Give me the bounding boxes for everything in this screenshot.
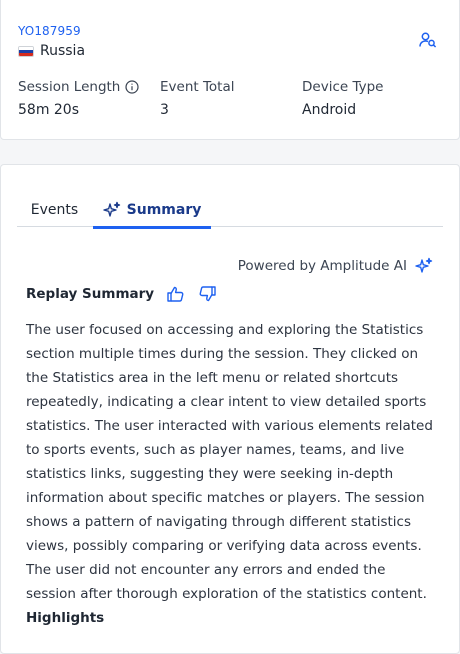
thumbs-down-button[interactable]	[198, 285, 216, 303]
thumbs-up-button[interactable]	[166, 285, 184, 303]
stat-value: 58m 20s	[18, 102, 80, 118]
stat-event-total: Event Total 3	[160, 79, 235, 118]
replay-summary-header: Replay Summary	[26, 285, 216, 303]
highlights-title: Highlights	[26, 610, 105, 626]
tab-label: Events	[30, 202, 79, 218]
stat-value: Android	[302, 102, 357, 118]
stat-session-length: Session Length 58m 20s	[18, 79, 139, 118]
thumbs-up-icon	[166, 286, 184, 302]
stat-label: Event Total	[160, 79, 235, 95]
sparkle-icon	[415, 257, 433, 273]
tab-label: Summary	[126, 202, 202, 218]
powered-by-label: Powered by Amplitude AI	[237, 258, 407, 274]
info-icon[interactable]	[125, 80, 139, 94]
summary-text: The user focused on accessing and explor…	[26, 322, 433, 602]
stat-label: Device Type	[302, 79, 384, 95]
tab-events[interactable]: Events	[17, 193, 92, 227]
stat-value: 3	[160, 102, 169, 118]
country-label: Russia	[40, 43, 86, 59]
stat-label: Session Length	[18, 79, 121, 95]
sparkle-icon	[102, 201, 120, 217]
thumbs-down-icon	[199, 286, 216, 302]
country-row: Russia	[18, 43, 85, 59]
summary-card: Events Summary Powered by Amplitude AI R…	[0, 164, 460, 654]
tab-bar: Events Summary	[17, 193, 443, 229]
user-id[interactable]: YO187959	[18, 24, 81, 38]
russia-flag-icon	[18, 45, 34, 57]
user-lookup-button[interactable]	[417, 30, 439, 50]
user-info-card: YO187959 Russia Session Length 58m 20s E…	[0, 0, 460, 140]
tab-summary[interactable]: Summary	[93, 193, 211, 229]
user-search-icon	[419, 32, 437, 48]
powered-by-ai: Powered by Amplitude AI	[238, 257, 433, 275]
stat-device-type: Device Type Android	[302, 79, 383, 118]
replay-summary-title: Replay Summary	[26, 286, 155, 302]
